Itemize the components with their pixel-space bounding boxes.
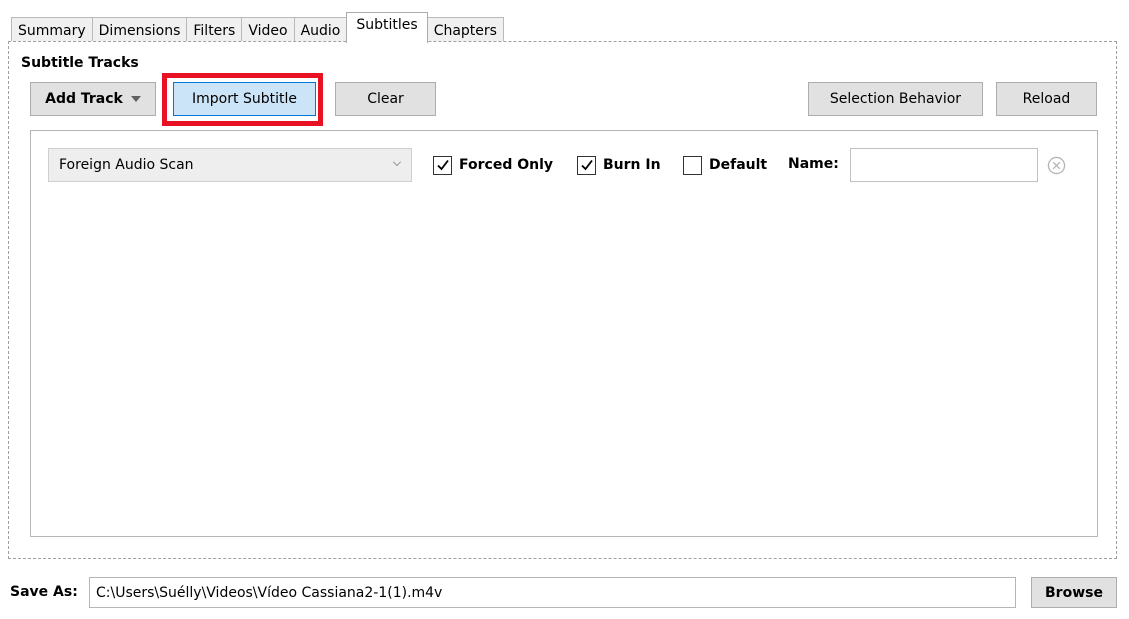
checkbox-box: [577, 155, 596, 175]
tab-filters[interactable]: Filters: [186, 17, 243, 43]
burn-in-checkbox[interactable]: Burn In: [577, 155, 661, 175]
check-icon: [436, 159, 449, 171]
reload-button[interactable]: Reload: [996, 82, 1097, 116]
tab-chapters[interactable]: Chapters: [426, 17, 504, 43]
tab-summary[interactable]: Summary: [11, 17, 93, 43]
burn-in-label: Burn In: [603, 157, 661, 173]
highlight-box: [162, 73, 323, 126]
track-source-value: Foreign Audio Scan: [59, 157, 194, 173]
add-track-label: Add Track: [45, 91, 123, 107]
checkbox-box: [683, 155, 702, 175]
forced-only-label: Forced Only: [459, 157, 554, 173]
remove-track-icon[interactable]: [1047, 156, 1066, 175]
save-as-label: Save As:: [10, 584, 78, 600]
clear-button[interactable]: Clear: [335, 82, 436, 116]
tab-video[interactable]: Video: [241, 17, 295, 43]
forced-only-checkbox[interactable]: Forced Only: [433, 155, 553, 175]
tab-strip: Summary Dimensions Filters Video Audio S…: [11, 12, 504, 43]
browse-button[interactable]: Browse: [1031, 577, 1117, 608]
track-source-dropdown[interactable]: Foreign Audio Scan: [48, 148, 412, 182]
tab-subtitles[interactable]: Subtitles: [346, 12, 428, 43]
name-label: Name:: [788, 156, 839, 172]
section-title: Subtitle Tracks: [21, 55, 139, 71]
tab-dimensions[interactable]: Dimensions: [91, 17, 188, 43]
track-list: [30, 130, 1098, 537]
chevron-down-icon: [393, 158, 401, 166]
caret-down-icon: [130, 96, 141, 102]
default-label: Default: [709, 157, 768, 173]
track-name-input[interactable]: [850, 148, 1038, 182]
check-icon: [580, 159, 593, 171]
checkbox-box: [433, 155, 452, 175]
add-track-button[interactable]: Add Track: [30, 82, 156, 116]
save-as-path-input[interactable]: [89, 577, 1016, 608]
tab-audio[interactable]: Audio: [293, 17, 348, 43]
default-checkbox[interactable]: Default: [683, 155, 767, 175]
selection-behavior-button[interactable]: Selection Behavior: [808, 82, 983, 116]
